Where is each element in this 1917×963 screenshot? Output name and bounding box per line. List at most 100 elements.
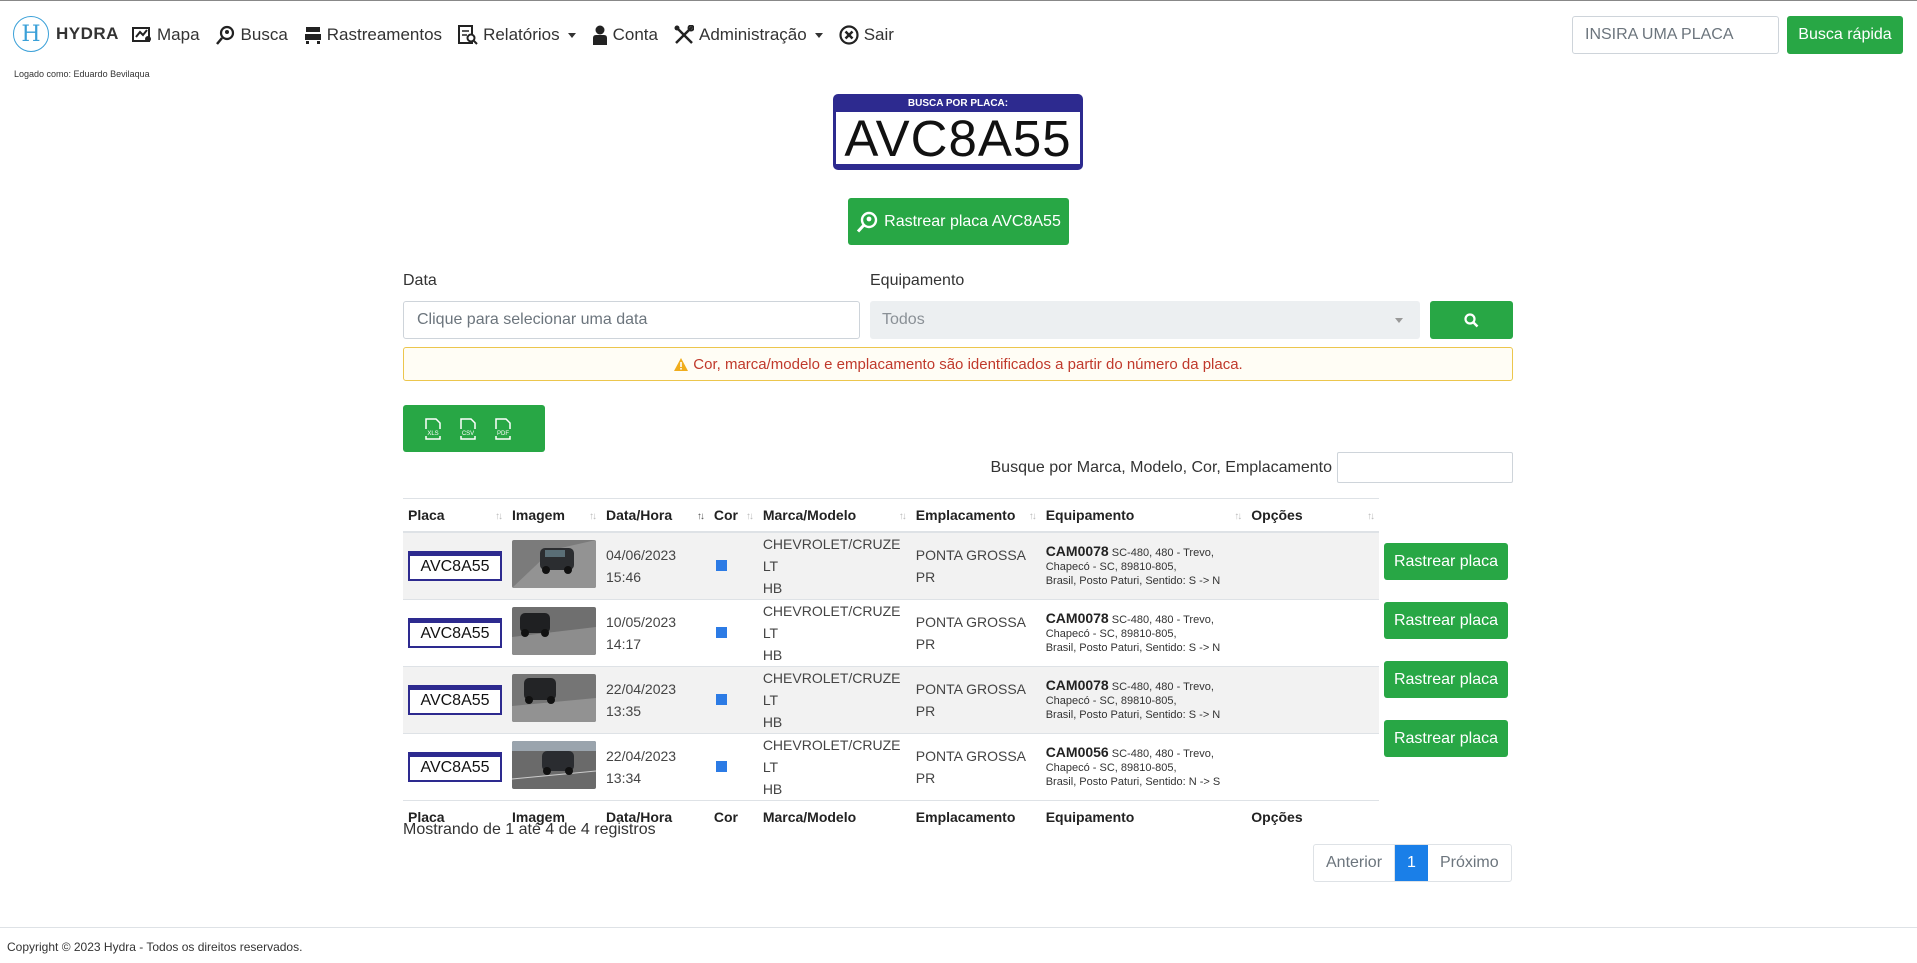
cell-cor bbox=[708, 598, 758, 666]
table-header-row: Placa ↑↓ Imagem ↑↓ Data/Hora ↑↓ Cor ↑↓ Marca… bbox=[403, 498, 1379, 533]
xls-file-icon: XLS bbox=[423, 417, 442, 440]
date-text: 22/04/2023 bbox=[606, 680, 677, 697]
equipment-text: CAM0078 SC-480, 480 - Trevo, Chapecó - S… bbox=[1046, 544, 1242, 588]
vehicle-thumbnail[interactable] bbox=[512, 674, 596, 722]
equipment-label: Equipamento bbox=[870, 272, 965, 289]
col-placa[interactable]: Placa ↑↓ bbox=[403, 498, 507, 533]
col-label: Opções bbox=[1251, 506, 1303, 523]
pagination-prev[interactable]: Anterior bbox=[1314, 845, 1396, 881]
equipment-select-value: Todos bbox=[882, 311, 925, 328]
export-toolbar: XLS CSV PDF bbox=[403, 405, 545, 452]
cell-imagem bbox=[507, 665, 601, 733]
equipment-id: CAM0078 bbox=[1045, 609, 1109, 626]
col-emplacamento[interactable]: Emplacamento ↑↓ bbox=[910, 498, 1041, 533]
equipment-address: Brasil, Posto Paturi, Sentido: S -> N bbox=[1045, 708, 1221, 721]
track-row-button[interactable]: Rastrear placa bbox=[1384, 720, 1508, 757]
col-equipamento[interactable]: Equipamento ↑↓ bbox=[1040, 498, 1247, 533]
navbar: H HYDRA Mapa Busca Rastreamentos Relatór… bbox=[0, 1, 1917, 67]
table-filter-input[interactable] bbox=[1337, 452, 1513, 483]
equipment-select[interactable]: Todos bbox=[870, 301, 1420, 339]
col-label: Emplacamento bbox=[915, 506, 1016, 523]
cell-opcoes bbox=[1246, 598, 1379, 666]
vehicle-thumbnail[interactable] bbox=[512, 540, 596, 588]
quick-search-button[interactable]: Busca rápida bbox=[1787, 16, 1903, 54]
cell-data-hora: 22/04/2023 13:34 bbox=[601, 732, 709, 800]
col-label: Data/Hora bbox=[606, 506, 673, 523]
nav-item-sair[interactable]: Sair bbox=[839, 19, 894, 51]
car-icon bbox=[304, 27, 321, 44]
col-imagem[interactable]: Imagem ↑↓ bbox=[507, 498, 601, 533]
chevron-down-icon bbox=[567, 32, 576, 38]
close-circle-icon bbox=[839, 25, 859, 45]
vehicle-thumbnail[interactable] bbox=[512, 607, 596, 655]
nav-label: Administração bbox=[698, 25, 807, 44]
track-plate-button[interactable]: Rastrear placa AVC8A55 bbox=[848, 198, 1069, 245]
pagination-next[interactable]: Próximo bbox=[1428, 845, 1511, 881]
plate-badge: AVC8A55 bbox=[408, 684, 502, 715]
nav-item-conta[interactable]: Conta bbox=[592, 19, 658, 51]
search-pin-icon bbox=[857, 211, 878, 233]
logged-as-text: Logado como: Eduardo Bevilaqua bbox=[14, 69, 150, 79]
nav-label: Sair bbox=[863, 25, 894, 44]
sort-desc-icon: ↑↓ bbox=[696, 511, 705, 522]
date-field[interactable] bbox=[403, 301, 860, 339]
alert-text: Cor, marca/modelo e emplacamento são ide… bbox=[693, 355, 1243, 373]
sort-icon: ↑↓ bbox=[1234, 511, 1242, 522]
col-cor[interactable]: Cor ↑↓ bbox=[708, 498, 758, 533]
nav-label: Busca bbox=[240, 25, 288, 44]
table-row: AVC8A55 04/06/2023 15:46 CHEVROLET/CRUZE … bbox=[403, 531, 1379, 599]
pagination-current[interactable]: 1 bbox=[1395, 845, 1428, 881]
time-text: 13:35 bbox=[606, 702, 642, 719]
equipment-id: CAM0078 bbox=[1045, 542, 1109, 559]
table-row: AVC8A55 22/04/2023 13:34 CHEVROLET/CRUZE … bbox=[403, 732, 1379, 800]
table-row: AVC8A55 22/04/2023 13:35 CHEVROLET/CRUZE … bbox=[403, 665, 1379, 733]
nav-item-mapa[interactable]: Mapa bbox=[132, 19, 200, 51]
equipment-id: CAM0056 bbox=[1045, 743, 1109, 760]
col-label: Placa bbox=[408, 506, 445, 523]
equipment-text: CAM0078 SC-480, 480 - Trevo, Chapecó - S… bbox=[1046, 678, 1242, 722]
vehicle-thumbnail[interactable] bbox=[511, 741, 597, 789]
brand-logo: H bbox=[13, 16, 49, 52]
cell-placa: AVC8A55 bbox=[403, 665, 507, 733]
plate-header-value: AVC8A55 bbox=[836, 112, 1080, 166]
cell-marca: CHEVROLET/CRUZE LT HB bbox=[757, 732, 911, 800]
state-text: PR bbox=[915, 568, 936, 585]
cell-marca: CHEVROLET/CRUZE LT HB bbox=[757, 598, 911, 666]
col-opcoes[interactable]: Opções ↑↓ bbox=[1246, 498, 1379, 533]
track-row-button[interactable]: Rastrear placa bbox=[1384, 602, 1508, 639]
city-text: PONTA GROSSA bbox=[915, 680, 1026, 697]
cell-imagem bbox=[507, 732, 601, 800]
nav-item-relatorios[interactable]: Relatórios bbox=[458, 19, 576, 51]
city-text: PONTA GROSSA bbox=[915, 546, 1026, 563]
nav-item-busca[interactable]: Busca bbox=[215, 19, 288, 51]
color-swatch bbox=[715, 627, 727, 638]
equipment-address: Brasil, Posto Paturi, Sentido: N -> S bbox=[1045, 775, 1221, 788]
xls-file-text: XLS bbox=[427, 431, 438, 437]
track-row-button[interactable]: Rastrear placa bbox=[1384, 661, 1508, 698]
color-swatch bbox=[715, 694, 727, 705]
nav-label: Conta bbox=[612, 25, 658, 44]
col-data-hora[interactable]: Data/Hora ↑↓ bbox=[601, 498, 709, 533]
equipment-text: CAM0078 SC-480, 480 - Trevo, Chapecó - S… bbox=[1046, 611, 1242, 655]
export-pdf-button[interactable]: PDF bbox=[479, 405, 526, 452]
cell-opcoes bbox=[1246, 732, 1379, 800]
color-swatch bbox=[715, 560, 727, 571]
quick-plate-input[interactable] bbox=[1572, 16, 1779, 54]
date-label: Data bbox=[403, 272, 437, 289]
brand[interactable]: H HYDRA bbox=[13, 16, 119, 52]
col-marca-modelo[interactable]: Marca/Modelo ↑↓ bbox=[757, 498, 911, 533]
main-nav: Mapa Busca Rastreamentos Relatórios Cont… bbox=[132, 19, 910, 51]
foot-emplacamento: Emplacamento bbox=[910, 799, 1041, 834]
map-icon bbox=[132, 27, 151, 42]
cell-placa: AVC8A55 bbox=[403, 531, 507, 599]
city-text: PONTA GROSSA bbox=[915, 747, 1026, 764]
track-row-button[interactable]: Rastrear placa bbox=[1384, 543, 1508, 580]
foot-cor: Cor bbox=[708, 799, 758, 834]
nav-item-administracao[interactable]: Administração bbox=[674, 19, 823, 51]
brand-model-text: CHEVROLET/CRUZE LT bbox=[762, 535, 901, 574]
pdf-file-icon: PDF bbox=[493, 417, 512, 440]
nav-item-rastreamentos[interactable]: Rastreamentos bbox=[304, 19, 442, 51]
warning-icon bbox=[674, 357, 689, 371]
filter-search-button[interactable] bbox=[1430, 301, 1513, 339]
equipment-text: CAM0056 SC-480, 480 - Trevo, Chapecó - S… bbox=[1046, 745, 1242, 789]
